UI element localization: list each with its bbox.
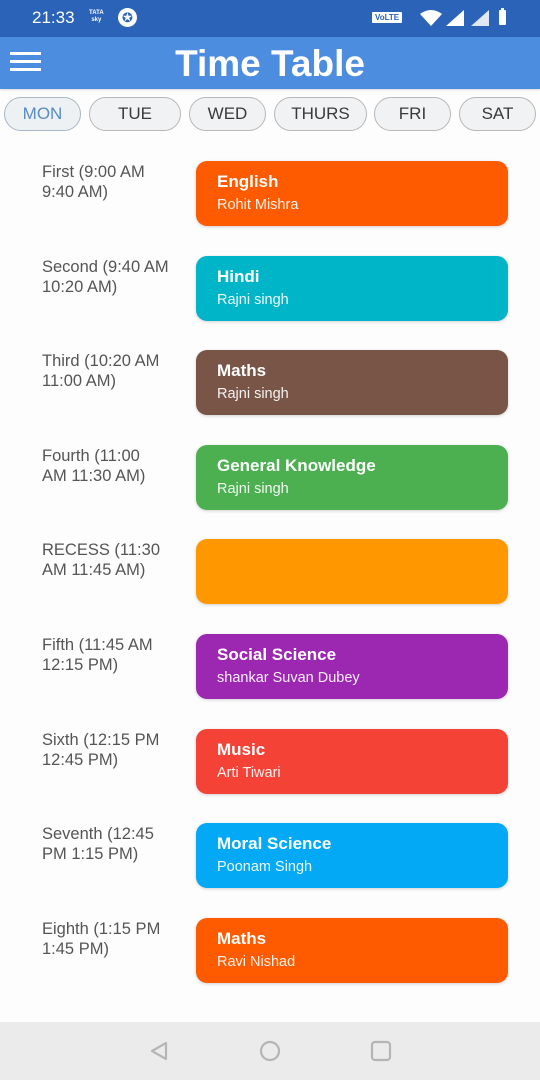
- period-label: First (9:00 AM 9:40 AM): [42, 163, 145, 201]
- subject-name: Moral Science: [217, 834, 332, 854]
- tab-tue[interactable]: TUE: [89, 97, 181, 131]
- schedule-row: First (9:00 AM 9:40 AM) English Rohit Mi…: [0, 161, 540, 256]
- recess-card[interactable]: [196, 539, 508, 605]
- schedule-row: Third (10:20 AM 11:00 AM) Maths Rajni si…: [0, 350, 540, 445]
- teacher-name: Poonam Singh: [217, 859, 313, 876]
- teacher-name: Rajni singh: [217, 291, 289, 308]
- teacher-name: Ravi Nishad: [217, 953, 296, 970]
- schedule-row: RECESS (11:30 AM 11:45 AM): [0, 539, 540, 634]
- subject-name: Hindi: [217, 266, 260, 286]
- subject-card[interactable]: Maths Ravi Nishad: [196, 917, 508, 983]
- teacher-name: Rajni singh: [217, 386, 289, 403]
- app-bar: Time Table: [0, 37, 540, 89]
- status-bar: 21:33 TATA sky ✪ VoLTE: [0, 0, 540, 37]
- subject-name: Music: [217, 739, 266, 759]
- subject-name: Maths: [217, 928, 267, 948]
- schedule-row: Fifth (11:45 AM 12:15 PM) Social Science…: [0, 633, 540, 729]
- period-label: Sixth (12:15 PM 12:45 PM): [42, 730, 160, 769]
- schedule-row: Eighth (1:15 PM 1:45 PM) Maths Ravi Nish…: [0, 917, 540, 1013]
- subject-card[interactable]: Moral Science Poonam Singh: [196, 823, 508, 889]
- subject-card[interactable]: English Rohit Mishra: [196, 161, 508, 226]
- page-title: Time Table: [175, 43, 365, 84]
- schedule-row: Second (9:40 AM 10:20 AM) Hindi Rajni si…: [0, 255, 540, 351]
- volte-icon: VoLTE: [372, 12, 403, 23]
- subject-card[interactable]: Music Arti Tiwari: [196, 728, 508, 794]
- schedule-row: Sixth (12:15 PM 12:45 PM) Music Arti Tiw…: [0, 728, 540, 824]
- back-icon[interactable]: [148, 1040, 170, 1062]
- subject-card[interactable]: Social Science shankar Suvan Dubey: [196, 633, 508, 699]
- day-tabs: MON TUE WED THURS FRI SAT: [4, 97, 540, 131]
- subject-name: Maths: [217, 361, 267, 381]
- period-label: Eighth (1:15 PM 1:45 PM): [42, 919, 161, 958]
- tab-wed[interactable]: WED: [189, 97, 266, 131]
- home-icon[interactable]: [259, 1040, 281, 1062]
- subject-name: General Knowledge: [217, 455, 376, 475]
- tab-fri[interactable]: FRI: [374, 97, 451, 131]
- signal-icon: [471, 10, 489, 26]
- teacher-name: Rajni singh: [217, 480, 289, 497]
- status-time: 21:33: [32, 8, 75, 27]
- teacher-name: Arti Tiwari: [217, 764, 281, 781]
- schedule-row: Fourth (11:00 AM 11:30 AM) General Knowl…: [0, 444, 540, 540]
- signal-icon: [446, 10, 464, 26]
- subject-card[interactable]: Hindi Rajni singh: [196, 255, 508, 321]
- period-label: Seventh (12:45 PM 1:15 PM): [42, 825, 154, 864]
- period-label: Second (9:40 AM 10:20 AM): [42, 257, 169, 296]
- period-label: RECESS (11:30 AM 11:45 AM): [42, 541, 160, 580]
- battery-icon: [499, 8, 506, 25]
- star-badge-icon: ✪: [118, 8, 137, 27]
- subject-name: Social Science: [217, 644, 337, 664]
- teacher-name: Rohit Mishra: [217, 197, 299, 213]
- system-nav-bar: [0, 1022, 540, 1080]
- tab-thurs[interactable]: THURS: [274, 97, 367, 131]
- period-label: Fifth (11:45 AM 12:15 PM): [42, 635, 153, 674]
- period-label: Fourth (11:00 AM 11:30 AM): [42, 446, 146, 485]
- schedule-row: Seventh (12:45 PM 1:15 PM) Moral Science…: [0, 823, 540, 918]
- schedule-list: First (9:00 AM 9:40 AM) English Rohit Mi…: [0, 161, 540, 1012]
- recents-icon[interactable]: [370, 1040, 392, 1062]
- tab-sat[interactable]: SAT: [459, 97, 536, 131]
- wifi-icon: [420, 10, 442, 26]
- subject-card[interactable]: General Knowledge Rajni singh: [196, 444, 508, 510]
- tab-mon[interactable]: MON: [4, 97, 81, 131]
- subject-card[interactable]: Maths Rajni singh: [196, 350, 508, 416]
- subject-name: English: [217, 172, 279, 191]
- teacher-name: shankar Suvan Dubey: [217, 669, 360, 686]
- tata-sky-icon: TATA sky: [89, 10, 104, 23]
- period-label: Third (10:20 AM 11:00 AM): [42, 352, 160, 391]
